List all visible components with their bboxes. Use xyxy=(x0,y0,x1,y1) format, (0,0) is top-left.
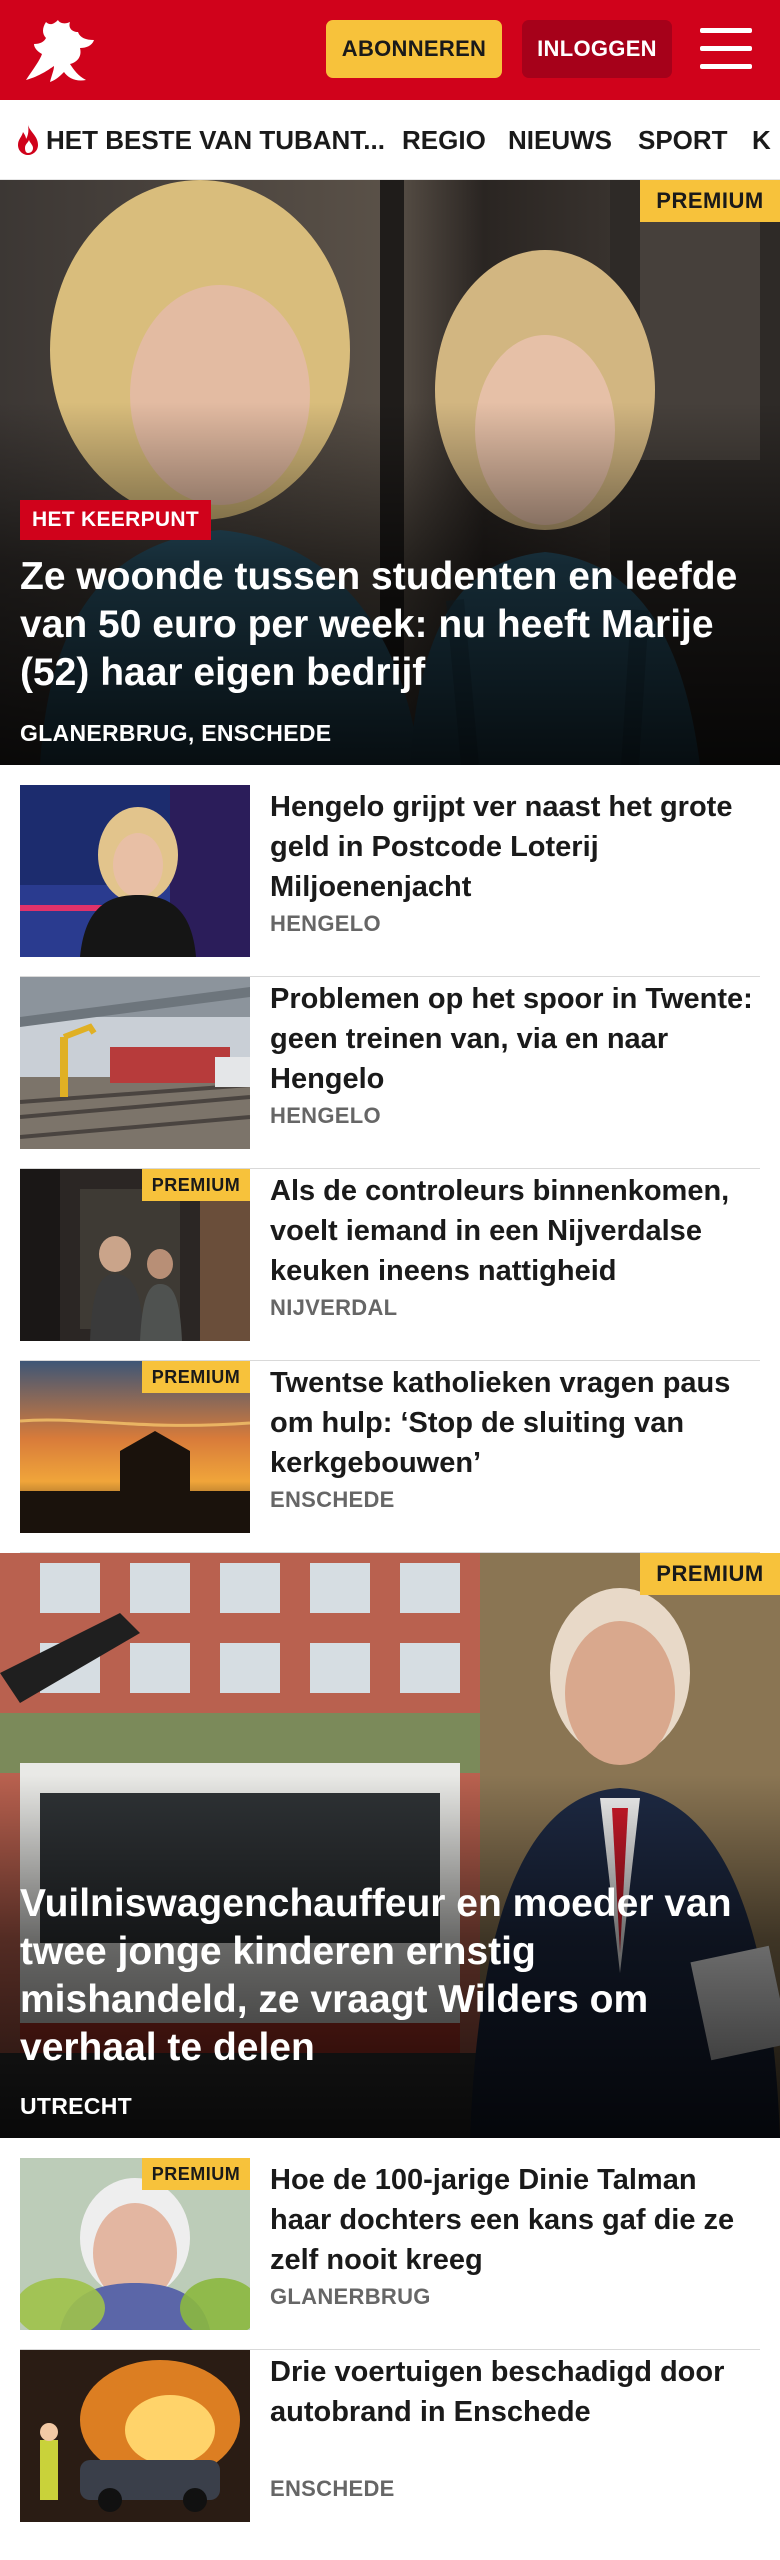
hero-location: GLANERBRUG, ENSCHEDE xyxy=(20,720,332,746)
article-title[interactable]: Hengelo grijpt ver naast het grote geld … xyxy=(270,787,760,907)
list-item[interactable]: Drie voertuigen beschadigd door autobran… xyxy=(20,2350,760,2542)
hero-article[interactable]: PREMIUM HET KEERPUNT Ze woonde tussen st… xyxy=(0,180,780,765)
list-item[interactable]: PREMIUM Als de controleurs binnenkomen, … xyxy=(20,1169,760,1361)
premium-badge: PREMIUM xyxy=(142,1169,250,1201)
horse-logo-icon[interactable] xyxy=(20,10,106,90)
subscribe-button[interactable]: ABONNEREN xyxy=(326,20,502,78)
list-item[interactable]: PREMIUM Twentse katholieken vragen paus … xyxy=(20,1361,760,1553)
flame-icon xyxy=(18,125,38,155)
article-location: ENSCHEDE xyxy=(270,2476,395,2501)
premium-badge: PREMIUM xyxy=(640,1553,780,1595)
article-location: HENGELO xyxy=(270,1103,381,1128)
article-thumbnail xyxy=(20,785,250,957)
article-thumbnail xyxy=(20,2350,250,2522)
nav-item-regio[interactable]: REGIO xyxy=(402,100,486,179)
hamburger-menu-icon[interactable] xyxy=(700,26,752,72)
article-title[interactable]: Problemen op het spoor in Twente: geen t… xyxy=(270,979,760,1099)
nav-item-nieuws[interactable]: NIEUWS xyxy=(508,100,612,179)
nav-item-more[interactable]: K xyxy=(752,100,771,179)
nav-item-best-of[interactable]: HET BESTE VAN TUBANT... xyxy=(14,100,385,179)
hero-kicker: HET KEERPUNT xyxy=(20,500,211,540)
article-location: ENSCHEDE xyxy=(270,1487,395,1512)
article-title[interactable]: Twentse katholieken vragen paus om hulp:… xyxy=(270,1363,760,1483)
login-button[interactable]: INLOGGEN xyxy=(522,20,672,78)
hero-title[interactable]: Ze woonde tussen studenten en leefde van… xyxy=(20,553,760,697)
top-header: ABONNEREN INLOGGEN xyxy=(0,0,780,100)
nav-item-label: HET BESTE VAN TUBANT... xyxy=(46,124,385,155)
article-location: HENGELO xyxy=(270,911,381,936)
list-item[interactable]: Problemen op het spoor in Twente: geen t… xyxy=(20,977,760,1169)
hero-location: UTRECHT xyxy=(20,2093,132,2119)
article-thumbnail: PREMIUM xyxy=(20,1361,250,1533)
list-item[interactable]: Hengelo grijpt ver naast het grote geld … xyxy=(20,785,760,977)
hero-article[interactable]: PREMIUM Vuilniswagenchauffeur en moeder … xyxy=(0,1553,780,2138)
article-thumbnail xyxy=(20,977,250,1149)
article-title[interactable]: Drie voertuigen beschadigd door autobran… xyxy=(270,2352,760,2432)
premium-badge: PREMIUM xyxy=(142,1361,250,1393)
article-title[interactable]: Als de controleurs binnenkomen, voelt ie… xyxy=(270,1171,760,1291)
section-nav: HET BESTE VAN TUBANT... REGIO NIEUWS SPO… xyxy=(0,100,780,180)
list-item[interactable]: PREMIUM Hoe de 100-jarige Dinie Talman h… xyxy=(20,2158,760,2350)
article-location: GLANERBRUG xyxy=(270,2284,431,2309)
premium-badge: PREMIUM xyxy=(142,2158,250,2190)
premium-badge: PREMIUM xyxy=(640,180,780,222)
hero-title[interactable]: Vuilniswagenchauffeur en moeder van twee… xyxy=(20,1880,760,2072)
article-title[interactable]: Hoe de 100-jarige Dinie Talman haar doch… xyxy=(270,2160,760,2280)
nav-item-sport[interactable]: SPORT xyxy=(638,100,728,179)
article-location: NIJVERDAL xyxy=(270,1295,398,1320)
article-thumbnail: PREMIUM xyxy=(20,2158,250,2330)
article-thumbnail: PREMIUM xyxy=(20,1169,250,1341)
